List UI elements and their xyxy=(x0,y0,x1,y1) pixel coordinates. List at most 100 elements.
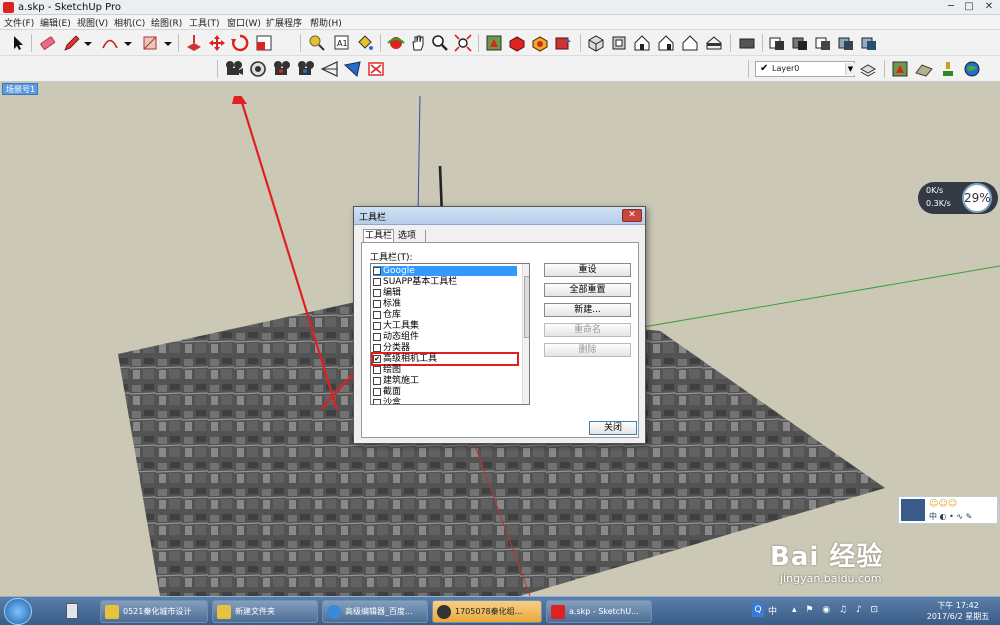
toolbar-list-item[interactable]: 编辑 xyxy=(373,288,517,298)
scale-icon[interactable] xyxy=(254,33,274,53)
menu-extensions[interactable]: 扩展程序 xyxy=(266,16,302,29)
start-button[interactable] xyxy=(4,598,32,625)
toolbar-checkbox[interactable] xyxy=(373,333,381,341)
menu-file[interactable]: 文件(F) xyxy=(4,16,34,29)
ime-toolbar[interactable]: ☺☺☺ 中 ◐ • ∿ ✎ xyxy=(898,496,998,524)
reset-button[interactable]: 重设 xyxy=(544,263,631,277)
style-xray-icon[interactable] xyxy=(767,33,787,53)
extension-icon[interactable] xyxy=(507,33,527,53)
3d-warehouse-icon[interactable] xyxy=(530,33,550,53)
pan-icon[interactable] xyxy=(408,33,428,53)
dropdown-icon[interactable] xyxy=(162,33,174,53)
toolbar-list-item[interactable]: ✔ 高级相机工具 xyxy=(371,352,519,366)
style-shaded-icon[interactable] xyxy=(836,33,856,53)
close-dialog-button[interactable]: 关闭 xyxy=(589,421,637,435)
orbit-icon[interactable] xyxy=(386,33,406,53)
toolbar-list-item[interactable]: 标准 xyxy=(373,299,517,309)
scrollbar-thumb[interactable] xyxy=(524,276,529,338)
menu-tools[interactable]: 工具(T) xyxy=(189,16,220,29)
system-tray[interactable]: Q 中 ▴ ⚑ ◉ ♫ ♪ ⊡ xyxy=(752,603,912,619)
menu-draw[interactable]: 绘图(R) xyxy=(151,16,182,29)
toolbar-list-item[interactable]: 截面 xyxy=(373,387,517,397)
layer-dropdown-arrow[interactable]: ▼ xyxy=(845,63,855,75)
layer-manager-icon[interactable] xyxy=(858,59,878,79)
move-icon[interactable] xyxy=(207,33,227,53)
system-clock[interactable]: 下午 17:42 2017/6/2 星期五 xyxy=(918,600,998,622)
style-hidden-icon[interactable] xyxy=(813,33,833,53)
toolbar-list-item[interactable]: 分类器 xyxy=(373,343,517,353)
style-wireframe-icon[interactable] xyxy=(790,33,810,53)
back-view-icon[interactable] xyxy=(680,33,700,53)
menu-help[interactable]: 帮助(H) xyxy=(310,16,342,29)
rectangle-icon[interactable] xyxy=(140,33,160,53)
toolbar-list-item[interactable]: 动态组件 xyxy=(373,332,517,342)
toolbar-checkbox[interactable] xyxy=(373,278,381,286)
google-earth-snapshot-icon[interactable] xyxy=(890,59,910,79)
toolbar-checkbox[interactable] xyxy=(373,322,381,330)
toolbar-checkbox[interactable] xyxy=(373,344,381,352)
text-icon[interactable]: A1 xyxy=(331,33,351,53)
rotate-icon[interactable] xyxy=(230,33,250,53)
toolbar-checkbox[interactable] xyxy=(373,388,381,396)
style-textured-icon[interactable] xyxy=(859,33,879,53)
toolbar-list-item[interactable]: ✔ Google xyxy=(373,266,517,276)
layer-select[interactable]: ✔ Layer0 ▼ xyxy=(755,61,855,77)
toolbar-checkbox[interactable] xyxy=(373,366,381,374)
close-window-button[interactable]: ✕ xyxy=(982,1,996,13)
task-browser[interactable]: 高级编辑器_百度... xyxy=(322,600,428,623)
zoom-icon[interactable] xyxy=(430,33,450,53)
calculator-icon[interactable] xyxy=(58,600,88,623)
dialog-close-button[interactable]: ✕ xyxy=(622,209,642,222)
top-view-icon[interactable] xyxy=(609,33,629,53)
toolbar-checkbox[interactable]: ✔ xyxy=(373,355,381,363)
input-method-icon[interactable]: Q xyxy=(752,603,764,617)
camera-create-icon[interactable] xyxy=(224,59,244,79)
task-folder-new[interactable]: 新建文件夹 xyxy=(212,600,318,623)
toolbar-checkbox[interactable] xyxy=(373,311,381,319)
task-sketchup[interactable]: a.skp - SketchU... xyxy=(546,600,652,623)
menu-edit[interactable]: 编辑(E) xyxy=(40,16,71,29)
toolbar-checkbox[interactable] xyxy=(373,377,381,385)
camera-delete-icon[interactable] xyxy=(366,59,386,79)
front-view-icon[interactable] xyxy=(632,33,652,53)
toolbar-checkbox[interactable]: ✔ xyxy=(373,267,381,275)
menu-window[interactable]: 窗口(W) xyxy=(227,16,261,29)
paint-bucket-icon[interactable] xyxy=(355,33,375,53)
new-toolbar-button[interactable]: 新建... xyxy=(544,303,631,317)
toolbar-checkbox[interactable] xyxy=(373,399,381,404)
toolbar-list-item[interactable]: 绘图 xyxy=(373,365,517,375)
camera-reset-icon[interactable] xyxy=(296,59,316,79)
push-pull-icon[interactable] xyxy=(184,33,204,53)
camera-edit-icon[interactable] xyxy=(272,59,292,79)
3d-viewport[interactable]: 0K/s 0.3K/s 29% ☺☺☺ 中 ◐ • ∿ ✎ 工具栏 ✕ 工具栏 … xyxy=(0,96,1000,596)
list-scrollbar[interactable] xyxy=(522,264,529,404)
tape-measure-icon[interactable] xyxy=(307,33,327,53)
toolbar-checkbox[interactable] xyxy=(373,300,381,308)
camera-frustum-icon[interactable] xyxy=(320,59,340,79)
toolbar-list-item[interactable]: 仓库 xyxy=(373,310,517,320)
toolbar-checkbox[interactable] xyxy=(373,289,381,297)
toolbar-list-item[interactable]: 建筑施工 xyxy=(373,376,517,386)
task-folder-city-design[interactable]: 0521秦化城市设计 xyxy=(100,600,208,623)
earth-icon[interactable] xyxy=(962,59,982,79)
iso-view-icon[interactable] xyxy=(586,33,606,53)
delete-button[interactable]: 删除 xyxy=(544,343,631,357)
scene-tab[interactable]: 场景号1 xyxy=(2,83,38,95)
right-view-icon[interactable] xyxy=(656,33,676,53)
toolbar-list-item[interactable]: 大工具集 xyxy=(373,321,517,331)
section-plane-icon[interactable] xyxy=(737,33,757,53)
menu-view[interactable]: 视图(V) xyxy=(77,16,108,29)
zoom-extents-icon[interactable] xyxy=(453,33,473,53)
share-icon[interactable] xyxy=(553,33,573,53)
tab-toolbars[interactable]: 工具栏 xyxy=(363,229,394,243)
camera-lines-icon[interactable] xyxy=(343,59,363,79)
dropdown-icon[interactable] xyxy=(82,33,94,53)
dialog-title-bar[interactable]: 工具栏 ✕ xyxy=(354,207,645,225)
rename-button[interactable]: 重命名 xyxy=(544,323,631,337)
maximize-button[interactable]: □ xyxy=(962,1,976,13)
warehouse-icon[interactable] xyxy=(484,33,504,53)
arc-icon[interactable] xyxy=(100,33,120,53)
camera-look-icon[interactable] xyxy=(248,59,268,79)
pencil-icon[interactable] xyxy=(62,33,82,53)
eraser-icon[interactable] xyxy=(37,33,57,53)
